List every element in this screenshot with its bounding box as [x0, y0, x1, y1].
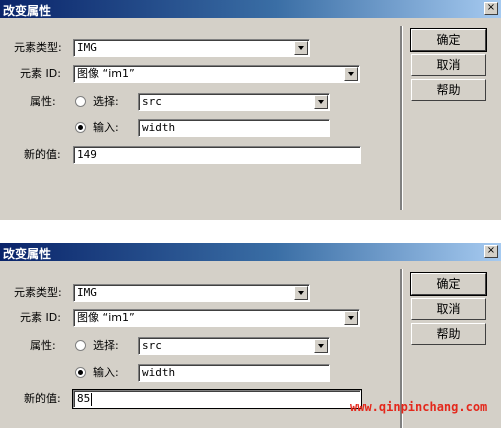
element-id-label: 元素 ID:: [20, 311, 61, 324]
help-button[interactable]: 帮助: [411, 323, 486, 345]
chevron-down-icon[interactable]: [294, 41, 308, 55]
ok-button[interactable]: 确定: [410, 28, 487, 52]
attribute-input-value: width: [142, 366, 176, 379]
chevron-down-icon[interactable]: [344, 67, 358, 81]
chevron-down-icon[interactable]: [344, 311, 358, 325]
attribute-input[interactable]: width: [138, 119, 330, 137]
close-button[interactable]: ×: [484, 2, 498, 15]
new-value-label: 新的值:: [24, 148, 61, 161]
change-attribute-dialog-1: 改变属性 × 元素类型: IMG 元素 ID: 图像 “im1” 属性: 选择:…: [0, 0, 501, 220]
element-type-value: IMG: [77, 41, 97, 54]
cancel-button[interactable]: 取消: [411, 298, 486, 320]
element-id-label: 元素 ID:: [20, 67, 61, 80]
title-bar: 改变属性 ×: [0, 243, 501, 261]
new-value-label: 新的值:: [24, 392, 61, 405]
select-radio-label: 选择:: [93, 95, 119, 108]
element-id-value: 图像 “im1”: [77, 311, 135, 324]
element-type-select[interactable]: IMG: [73, 284, 310, 302]
close-button[interactable]: ×: [484, 245, 498, 258]
element-type-label: 元素类型:: [14, 41, 62, 54]
attribute-select-value: src: [142, 339, 162, 352]
attribute-label: 属性:: [30, 95, 56, 108]
chevron-down-icon[interactable]: [314, 339, 328, 353]
ok-button[interactable]: 确定: [410, 272, 487, 296]
text-caret: [91, 392, 93, 406]
element-id-value: 图像 “im1”: [77, 67, 135, 80]
attribute-input[interactable]: width: [138, 364, 330, 382]
new-value-text: 85: [77, 392, 93, 406]
attribute-select[interactable]: src: [138, 337, 330, 355]
chevron-down-icon[interactable]: [294, 286, 308, 300]
element-type-label: 元素类型:: [14, 286, 62, 299]
help-button[interactable]: 帮助: [411, 79, 486, 101]
new-value-input[interactable]: 85: [72, 389, 362, 409]
watermark-text: www.qinpinchang.com: [350, 400, 488, 414]
chevron-down-icon[interactable]: [314, 95, 328, 109]
new-value-text: 149: [77, 148, 97, 161]
select-radio[interactable]: [75, 340, 86, 351]
dialog-title: 改变属性: [3, 4, 52, 18]
select-radio-label: 选择:: [93, 339, 119, 352]
attribute-select-value: src: [142, 95, 162, 108]
dialog-title: 改变属性: [3, 247, 52, 261]
element-id-select[interactable]: 图像 “im1”: [73, 65, 360, 83]
cancel-button[interactable]: 取消: [411, 54, 486, 76]
attribute-select[interactable]: src: [138, 93, 330, 111]
element-type-value: IMG: [77, 286, 97, 299]
new-value-text-content: 85: [77, 392, 91, 405]
element-id-select[interactable]: 图像 “im1”: [73, 309, 360, 327]
new-value-input[interactable]: 149: [73, 146, 361, 164]
attribute-input-value: width: [142, 121, 176, 134]
input-radio-label: 输入:: [93, 121, 119, 134]
input-radio-label: 输入:: [93, 366, 119, 379]
input-radio[interactable]: [75, 367, 86, 378]
input-radio[interactable]: [75, 122, 86, 133]
element-type-select[interactable]: IMG: [73, 39, 310, 57]
title-bar: 改变属性 ×: [0, 0, 501, 18]
attribute-label: 属性:: [30, 339, 56, 352]
select-radio[interactable]: [75, 96, 86, 107]
vertical-separator: [400, 26, 402, 210]
